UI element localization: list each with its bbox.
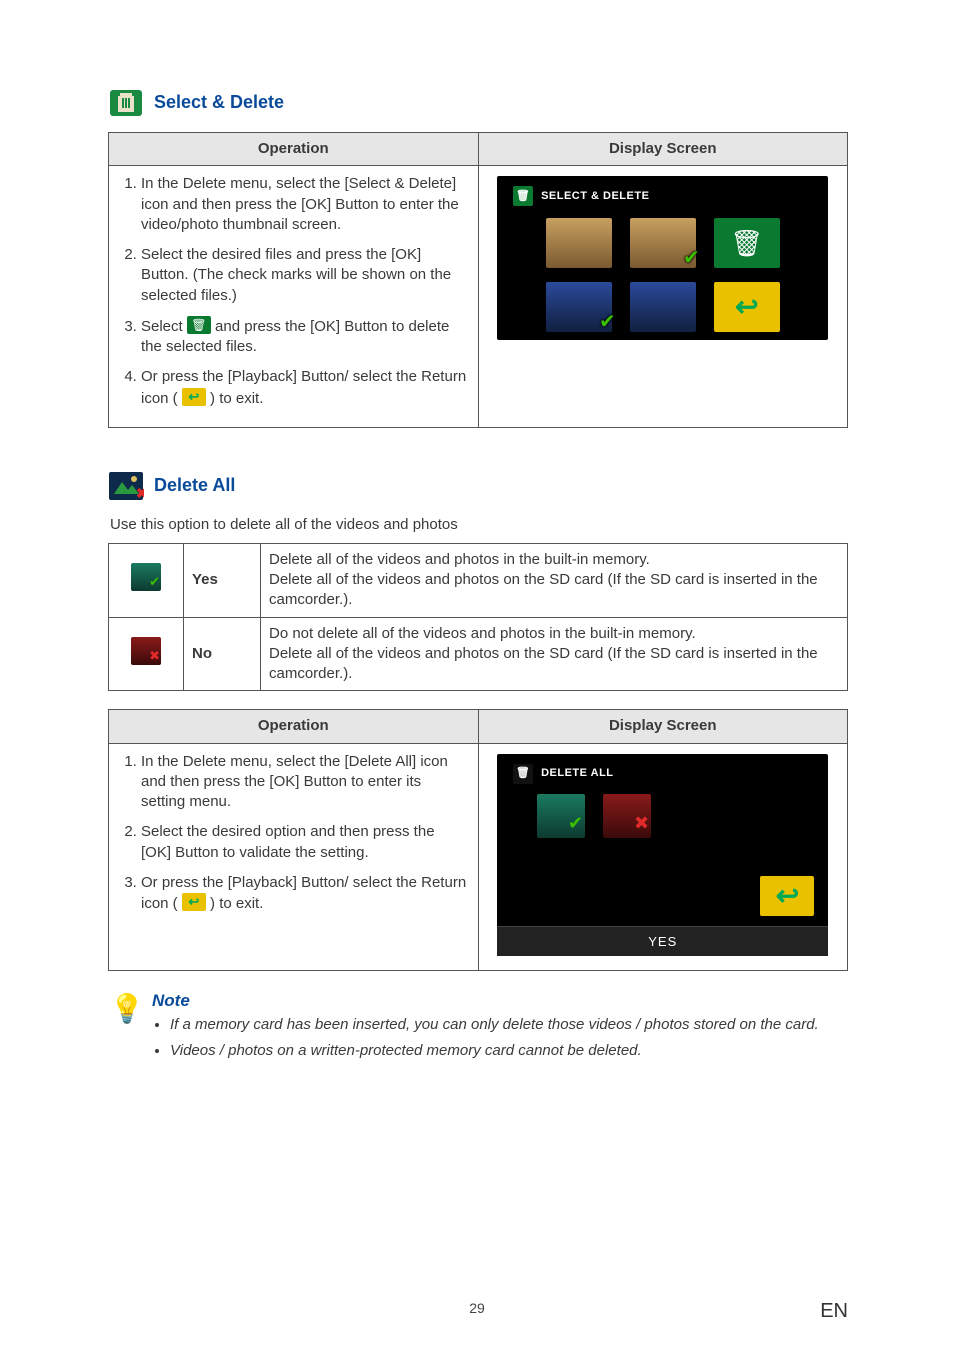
section-title: Select & Delete [154,92,284,113]
display-screen-select-delete: 🗑 SELECT & DELETE [497,176,828,340]
no-icon-cell [109,617,184,691]
step-3: Or press the [Playback] Button/ select t… [141,873,468,915]
col-header-operation: Operation [109,133,479,166]
yes-option-icon [131,563,161,591]
option-yes [537,794,585,838]
lightbulb-icon: 💡 [108,989,146,1027]
thumb-photo-2-checked [630,218,696,268]
note-item-2: Videos / photos on a written-protected m… [170,1041,819,1061]
operation-steps-2: In the Delete menu, select the [Delete A… [117,750,470,927]
delete-all-icon: 🗑 [513,764,533,784]
note-item-1: If a memory card has been inserted, you … [170,1015,819,1035]
step-4: Or press the [Playback] Button/ select t… [141,367,468,409]
svg-text:✖: ✖ [136,485,144,501]
return-icon [182,893,206,911]
no-description: Do not delete all of the videos and phot… [261,617,848,691]
page-footer: 29 EN [0,1300,954,1316]
col-header-operation: Operation [109,710,479,743]
col-header-display-screen: Display Screen [478,710,848,743]
trash-icon: 🗑 [513,186,533,206]
return-icon [182,388,206,406]
note-block: 💡 Note If a memory card has been inserte… [108,989,848,1068]
step-1: In the Delete menu, select the [Delete A… [141,752,468,813]
trash-icon [187,316,211,334]
thumb-photo-1 [546,218,612,268]
status-yes: YES [497,926,828,957]
table-yes-no: Yes Delete all of the videos and photos … [108,543,848,692]
yes-label: Yes [184,543,261,617]
trash-section-icon [108,84,144,120]
section-header-select-delete: Select & Delete [108,84,848,120]
section-title: Delete All [154,475,235,496]
step-2: Select the desired option and then press… [141,822,468,863]
screen-title: DELETE ALL [541,766,613,781]
no-option-icon [131,637,161,665]
language-code: EN [820,1300,848,1323]
section-caption: Use this option to delete all of the vid… [110,516,848,533]
step-3: Select and press the [OK] Button to dele… [141,316,468,358]
thumb-photo-3-checked [546,282,612,332]
table-delete-all-op: Operation Display Screen In the Delete m… [108,709,848,971]
yes-description: Delete all of the videos and photos in t… [261,543,848,617]
option-no [603,794,651,838]
page-number: 29 [469,1300,485,1316]
section-header-delete-all: ✖ Delete All [108,468,848,504]
col-header-display-screen: Display Screen [478,133,848,166]
table-select-delete: Operation Display Screen In the Delete m… [108,132,848,428]
thumb-trash [714,218,780,268]
delete-all-section-icon: ✖ [108,468,144,504]
screen-title: SELECT & DELETE [541,189,649,204]
operation-steps: In the Delete menu, select the [Select &… [117,172,470,421]
step-2: Select the desired files and press the [… [141,245,468,306]
thumb-photo-4 [630,282,696,332]
step-1: In the Delete menu, select the [Select &… [141,174,468,235]
yes-icon-cell [109,543,184,617]
note-heading: Note [152,991,819,1011]
display-screen-delete-all: 🗑 DELETE ALL YES [497,754,828,957]
thumb-return [714,282,780,332]
no-label: No [184,617,261,691]
thumb-return [760,876,814,916]
